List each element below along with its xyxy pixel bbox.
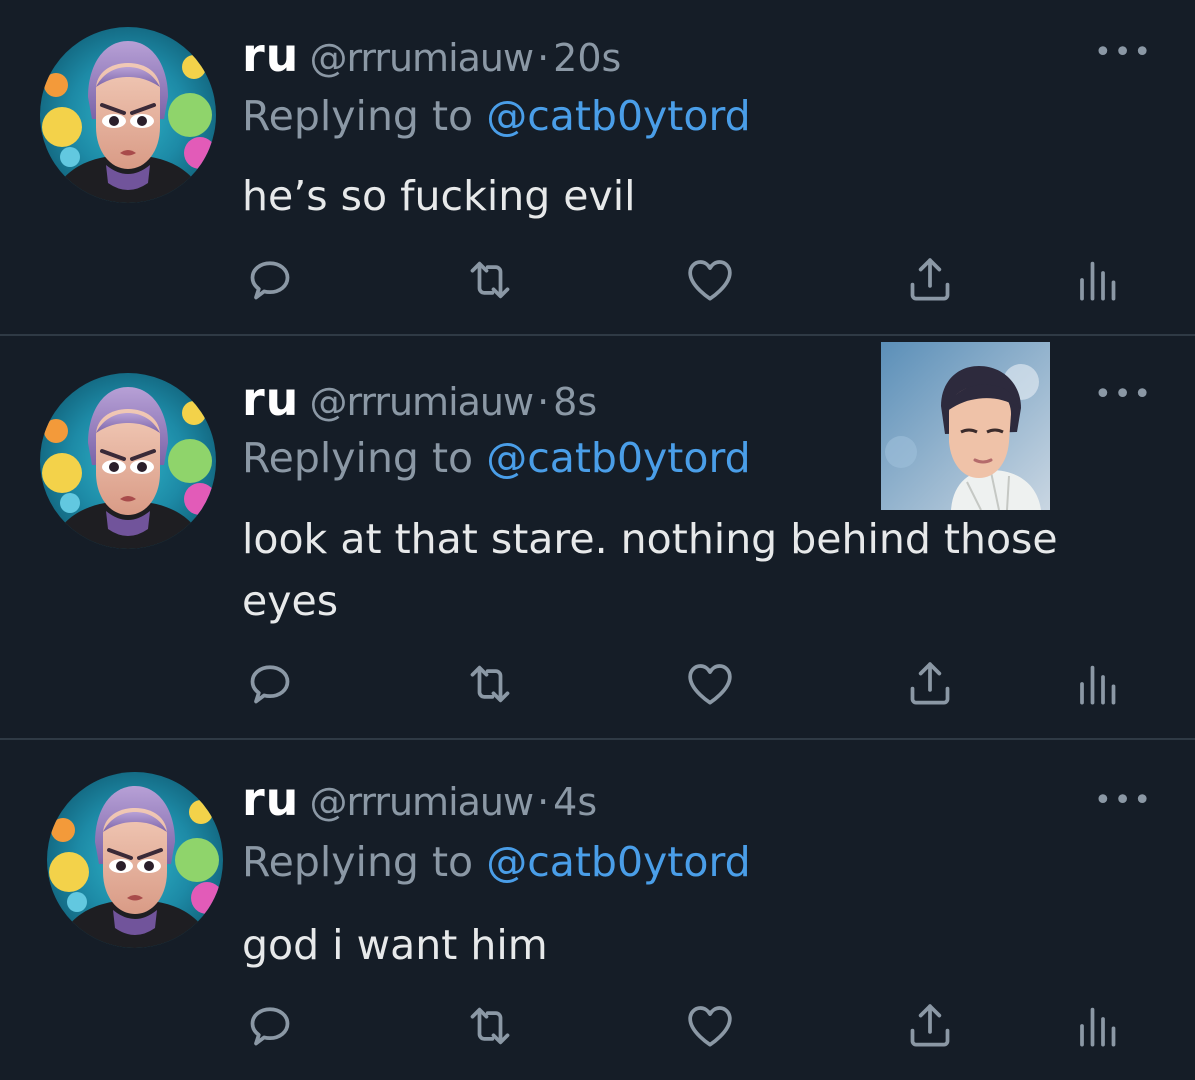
tweet-header: ru @rrrumiauw · 20s	[242, 32, 621, 78]
replying-to: Replying to @catb0ytord	[242, 438, 751, 479]
tweet-text: he’s so fucking evil	[242, 172, 636, 220]
analytics-icon	[1068, 998, 1124, 1054]
mention-link[interactable]: @catb0ytord	[486, 434, 750, 482]
heart-icon	[682, 252, 738, 308]
tweet-header: ru @rrrumiauw · 8s	[242, 376, 597, 422]
reply-icon	[242, 998, 298, 1054]
share-button[interactable]	[900, 250, 960, 310]
avatar[interactable]	[40, 373, 216, 549]
separator-dot: ·	[537, 36, 550, 80]
user-handle[interactable]: @rrrumiauw	[309, 380, 534, 424]
user-handle[interactable]: @rrrumiauw	[309, 36, 534, 80]
retweet-button[interactable]	[460, 654, 520, 714]
share-icon	[902, 998, 958, 1054]
retweet-button[interactable]	[460, 996, 520, 1056]
analytics-button[interactable]	[1066, 654, 1126, 714]
retweet-button[interactable]	[460, 250, 520, 310]
more-icon[interactable]: •••	[1094, 38, 1153, 68]
analytics-button[interactable]	[1066, 250, 1126, 310]
replying-to-label: Replying to	[242, 92, 487, 140]
retweet-icon	[462, 998, 518, 1054]
tweet-actions	[0, 250, 1195, 310]
display-name[interactable]: ru	[242, 772, 299, 826]
tweet[interactable]: ru @rrrumiauw · 8s ••• Replying to @catb0yt…	[0, 338, 1195, 740]
retweet-icon	[462, 252, 518, 308]
reply-icon	[242, 656, 298, 712]
reply-button[interactable]	[240, 250, 300, 310]
more-icon[interactable]: •••	[1094, 786, 1153, 816]
replying-to-label: Replying to	[242, 838, 487, 886]
tweet-actions	[0, 654, 1195, 714]
share-button[interactable]	[900, 654, 960, 714]
analytics-icon	[1068, 252, 1124, 308]
avatar[interactable]	[40, 27, 216, 203]
avatar[interactable]	[47, 772, 223, 948]
share-icon	[902, 656, 958, 712]
replying-to: Replying to @catb0ytord	[242, 842, 751, 883]
tweet-header: ru @rrrumiauw · 4s	[242, 776, 597, 822]
timestamp[interactable]: 20s	[553, 36, 621, 80]
separator-dot: ·	[537, 780, 550, 824]
analytics-icon	[1068, 656, 1124, 712]
analytics-button[interactable]	[1066, 996, 1126, 1056]
tweet-actions	[0, 996, 1195, 1056]
mention-link[interactable]: @catb0ytord	[486, 92, 750, 140]
replying-to: Replying to @catb0ytord	[242, 96, 751, 137]
tweet-text: god i want him	[242, 921, 548, 969]
display-name[interactable]: ru	[242, 28, 299, 82]
tweet[interactable]: ru @rrrumiauw · 20s ••• Replying to @catb0y…	[0, 0, 1195, 336]
reply-button[interactable]	[240, 654, 300, 714]
timestamp[interactable]: 8s	[553, 380, 597, 424]
retweet-icon	[462, 656, 518, 712]
separator-dot: ·	[537, 380, 550, 424]
tweet-text: look at that stare. nothing behind those…	[242, 515, 1058, 625]
user-handle[interactable]: @rrrumiauw	[309, 780, 534, 824]
like-button[interactable]	[680, 996, 740, 1056]
reply-thread: ru @rrrumiauw · 20s ••• Replying to @catb0y…	[0, 0, 1195, 1080]
more-icon[interactable]: •••	[1094, 380, 1153, 410]
share-icon	[902, 252, 958, 308]
timestamp[interactable]: 4s	[553, 780, 597, 824]
share-button[interactable]	[900, 996, 960, 1056]
mention-link[interactable]: @catb0ytord	[486, 838, 750, 886]
like-button[interactable]	[680, 250, 740, 310]
like-button[interactable]	[680, 654, 740, 714]
display-name[interactable]: ru	[242, 372, 299, 426]
heart-icon	[682, 998, 738, 1054]
heart-icon	[682, 656, 738, 712]
reply-button[interactable]	[240, 996, 300, 1056]
reply-icon	[242, 252, 298, 308]
tweet[interactable]: ru @rrrumiauw · 4s ••• Replying to @catb0yt…	[0, 742, 1195, 1080]
pasted-image	[881, 342, 1050, 510]
replying-to-label: Replying to	[242, 434, 487, 482]
